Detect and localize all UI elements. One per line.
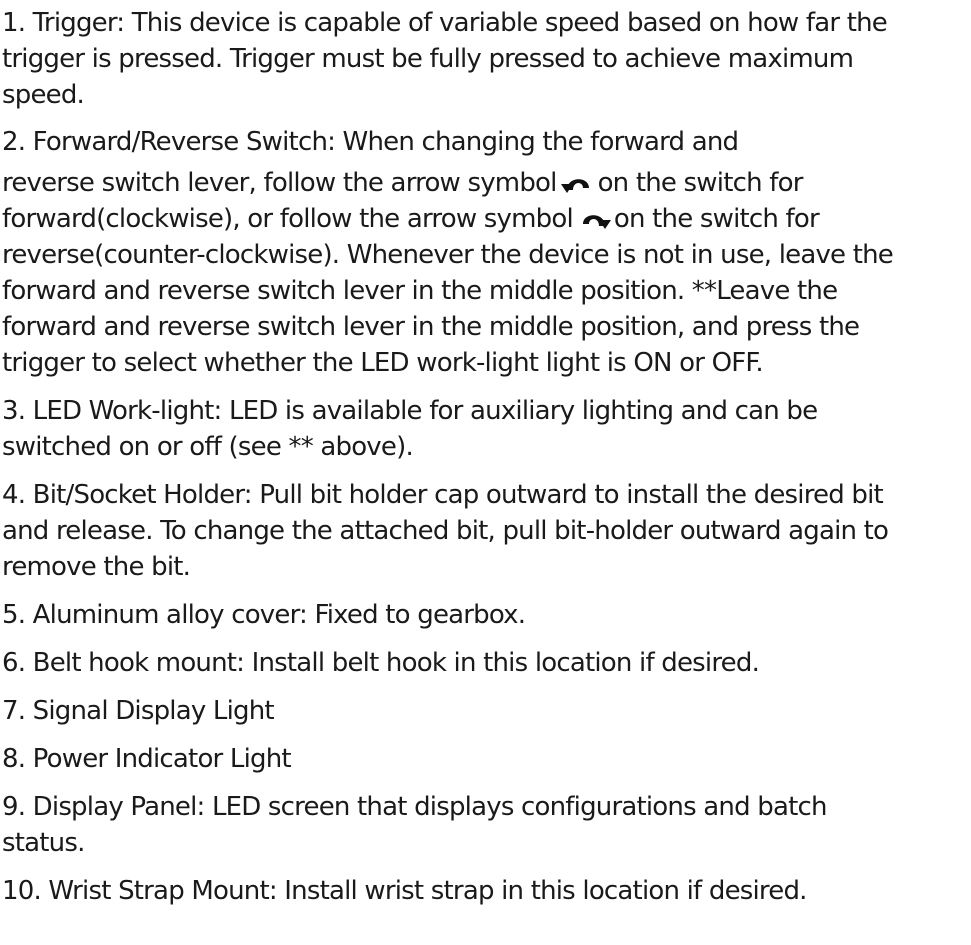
item-2-line-2-text-after: on the switch for xyxy=(597,168,804,198)
item-10-line-1: 10. Wrist Strap Mount: Install wrist str… xyxy=(2,876,807,906)
item-2-line-6: forward and reverse switch lever in the … xyxy=(2,312,860,342)
item-2-line-2: reverse switch lever, follow the arrow s… xyxy=(2,165,803,201)
instruction-document: 1. Trigger: This device is capable of va… xyxy=(0,0,971,945)
item-8-line-1: 8. Power Indicator Light xyxy=(2,744,292,774)
clockwise-arrow-icon xyxy=(577,206,611,230)
item-4-line-1: 4. Bit/Socket Holder: Pull bit holder ca… xyxy=(2,480,884,510)
item-1-line-1: 1. Trigger: This device is capable of va… xyxy=(2,8,888,38)
item-5-line-1: 5. Aluminum alloy cover: Fixed to gearbo… xyxy=(2,600,526,630)
item-9-line-2: status. xyxy=(2,828,85,858)
item-6-line-1: 6. Belt hook mount: Install belt hook in… xyxy=(2,648,760,678)
item-2-line-4: reverse(counter-clockwise). Whenever the… xyxy=(2,240,894,270)
item-3-line-1: 3. LED Work-light: LED is available for … xyxy=(2,396,818,426)
item-2-line-7: trigger to select whether the LED work-l… xyxy=(2,348,764,378)
item-2-line-3: forward(clockwise), or follow the arrow … xyxy=(2,201,820,237)
item-4-line-3: remove the bit. xyxy=(2,552,191,582)
item-9-line-1: 9. Display Panel: LED screen that displa… xyxy=(2,792,828,822)
item-4-line-2: and release. To change the attached bit,… xyxy=(2,516,889,546)
item-1-line-3: speed. xyxy=(2,80,85,110)
counter-clockwise-arrow-icon xyxy=(560,170,595,194)
item-7-line-1: 7. Signal Display Light xyxy=(2,696,275,726)
item-2-line-2-text-before: reverse switch lever, follow the arrow s… xyxy=(2,168,557,198)
item-3-line-2: switched on or off (see ** above). xyxy=(2,432,414,462)
item-2-line-1: 2. Forward/Reverse Switch: When changing… xyxy=(2,127,739,157)
item-2-line-3-text-before: forward(clockwise), or follow the arrow … xyxy=(2,204,574,234)
item-2-line-5: forward and reverse switch lever in the … xyxy=(2,276,838,306)
item-1-line-2: trigger is pressed. Trigger must be full… xyxy=(2,44,854,74)
item-2-line-3-text-after: on the switch for xyxy=(613,204,820,234)
